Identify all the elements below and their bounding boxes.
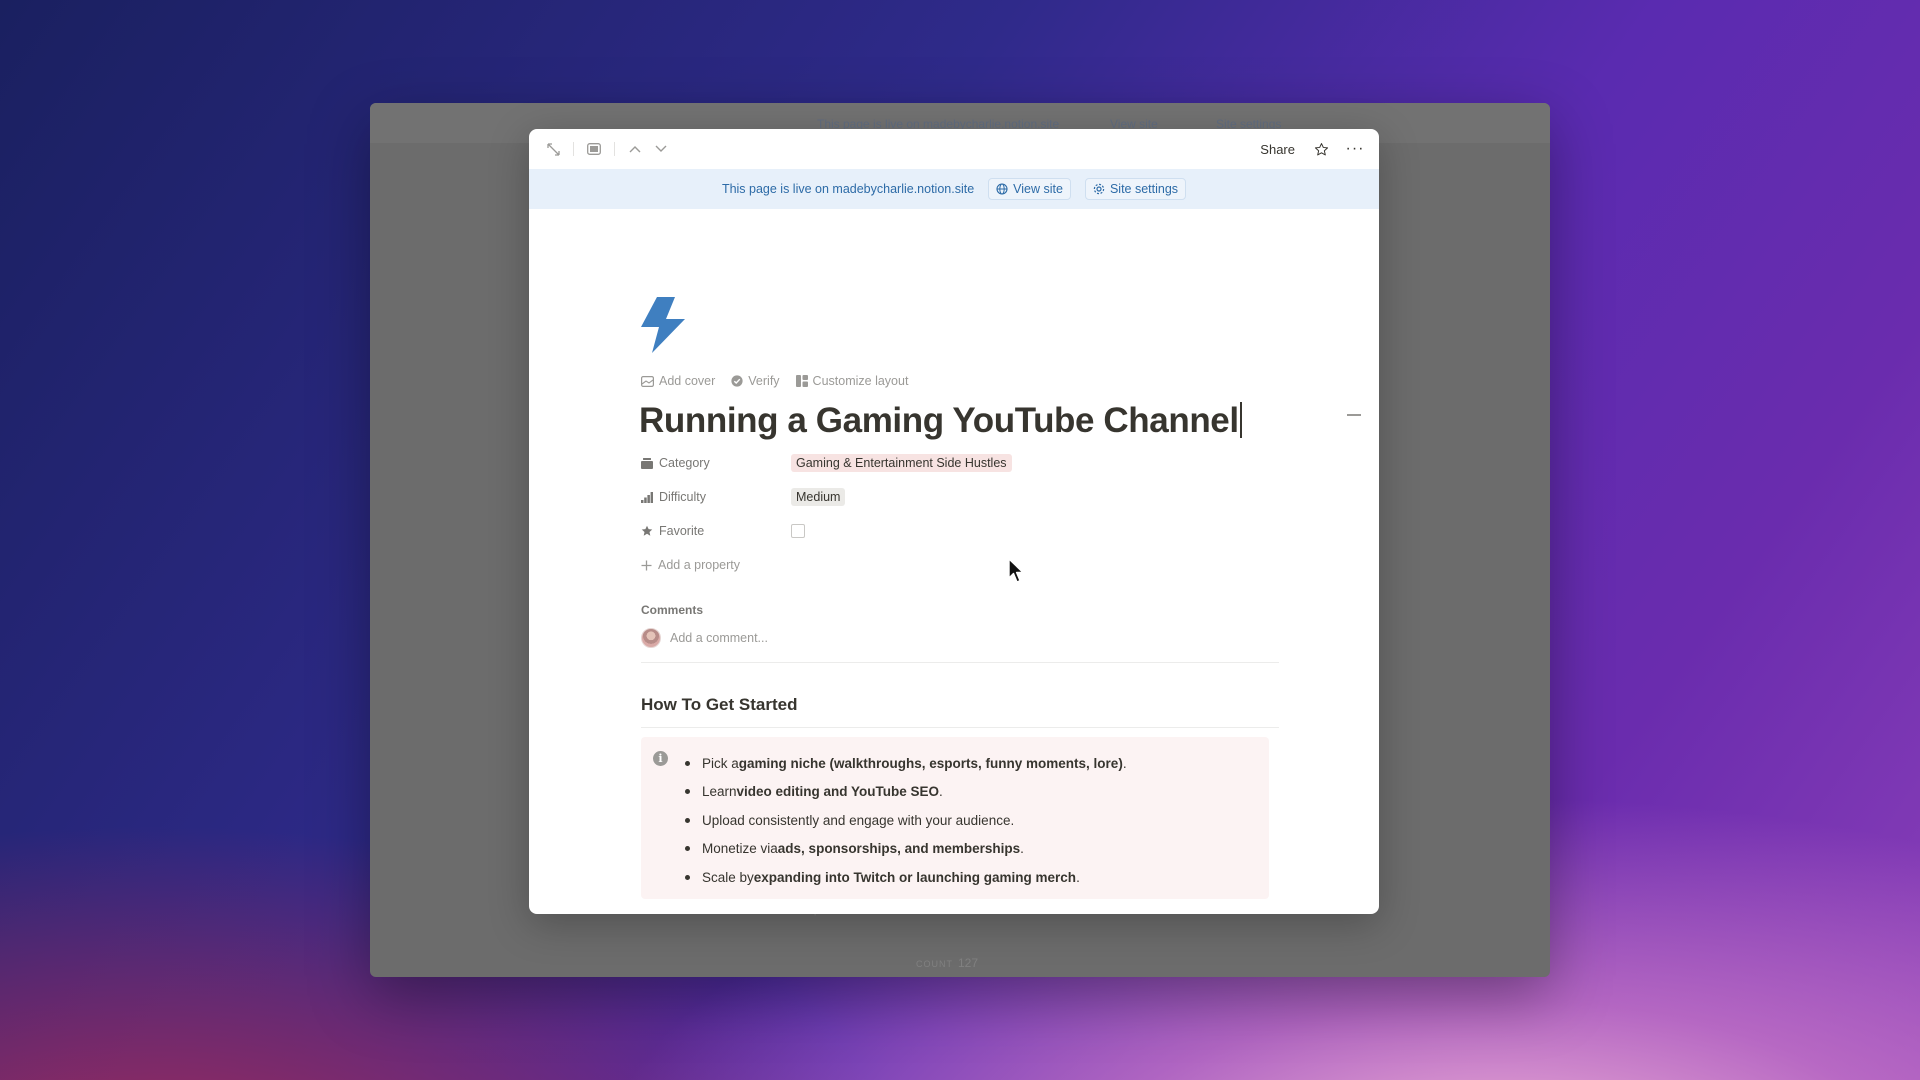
expand-icon[interactable]: [541, 137, 565, 161]
layout-icon: [795, 375, 808, 387]
property-category[interactable]: Category Gaming & Entertainment Side Hus…: [641, 446, 1281, 480]
banner-text: This page is live on madebycharlie.notio…: [721, 182, 975, 196]
page-actions: Add cover Verify Customize layout: [641, 374, 908, 388]
bullet-text-end: .: [939, 784, 943, 800]
list-item[interactable]: Upload consistently and engage with your…: [685, 806, 1127, 835]
list-item[interactable]: Learn video editing and YouTube SEO.: [685, 778, 1127, 807]
difficulty-tag[interactable]: Medium: [791, 488, 846, 506]
site-settings-button[interactable]: Site settings: [1084, 178, 1187, 200]
sidepeek-icon[interactable]: [582, 137, 606, 161]
chevron-down-icon[interactable]: [649, 137, 673, 161]
mouse-cursor-icon: [1008, 558, 1024, 583]
topbar-separator: [573, 142, 574, 156]
globe-icon: [996, 183, 1008, 195]
properties-list: Category Gaming & Entertainment Side Hus…: [641, 446, 1281, 582]
add-property-label: Add a property: [658, 558, 740, 572]
bullet-text-end: .: [1020, 841, 1024, 857]
bullet-text: Pick a: [702, 755, 739, 771]
page-title-text: Running a Gaming YouTube Channel: [639, 401, 1239, 440]
property-name: Category: [641, 456, 791, 470]
customize-layout-label: Customize layout: [812, 374, 909, 388]
list-item[interactable]: Monetize via ads, sponsorships, and memb…: [685, 835, 1127, 864]
page-peek-modal: Share ··· This page is live on madebycha…: [529, 129, 1379, 914]
bullet-bold-text: video editing and YouTube SEO: [736, 784, 940, 800]
add-comment-input[interactable]: Add a comment...: [670, 631, 768, 645]
text-caret: [1239, 402, 1242, 438]
bullet-bold-text: gaming niche (walkthroughs, esports, fun…: [738, 755, 1123, 771]
image-icon: [641, 375, 654, 387]
comments-heading: Comments: [641, 603, 704, 617]
verify-label: Verify: [748, 374, 780, 388]
property-name: Favorite: [641, 524, 791, 538]
bullet-text: Upload consistently and engage with your…: [702, 812, 1015, 828]
add-cover-label: Add cover: [659, 374, 716, 388]
add-property: Add a property: [641, 558, 740, 572]
favorite-checkbox[interactable]: [791, 524, 805, 538]
property-label-difficulty: Difficulty: [659, 490, 707, 504]
customize-layout-button[interactable]: Customize layout: [795, 374, 909, 388]
bullet-text-end: .: [1076, 869, 1080, 885]
section-heading: How To Get Started: [641, 695, 798, 714]
list-item[interactable]: Scale by expanding into Twitch or launch…: [685, 863, 1127, 892]
modal-topbar: Share ···: [529, 129, 1379, 169]
heading-divider: [641, 727, 1279, 728]
bullet-list: Pick a gaming niche (walkthroughs, espor…: [685, 749, 1127, 892]
bullet-text: Learn: [702, 784, 737, 800]
bullet-text: Monetize via: [702, 841, 778, 857]
verified-check-icon: [731, 375, 743, 387]
category-icon: [641, 457, 653, 469]
site-live-banner: This page is live on madebycharlie.notio…: [529, 169, 1379, 209]
gear-icon: [1093, 183, 1105, 195]
callout-block[interactable]: i Pick a gaming niche (walkthroughs, esp…: [641, 737, 1269, 899]
chevron-up-icon[interactable]: [623, 137, 647, 161]
list-item[interactable]: Pick a gaming niche (walkthroughs, espor…: [685, 749, 1127, 778]
collapse-minus-icon[interactable]: [1347, 414, 1361, 416]
property-label-favorite: Favorite: [659, 524, 705, 538]
comments-divider: [641, 662, 1279, 663]
background-count-label: COUNT: [916, 959, 953, 969]
topbar-separator: [614, 142, 615, 156]
bullet-bold-text: expanding into Twitch or launching gamin…: [753, 869, 1077, 885]
star-icon[interactable]: [1309, 137, 1333, 161]
bullet-text-end: .: [1122, 755, 1127, 771]
add-cover-button[interactable]: Add cover: [641, 374, 715, 388]
site-settings-label: Site settings: [1109, 182, 1179, 196]
property-difficulty[interactable]: Difficulty Medium: [641, 480, 1281, 514]
background-count-value: 127: [958, 956, 979, 970]
property-name: Difficulty: [641, 490, 791, 504]
topbar-actions: Share ···: [1256, 137, 1367, 161]
category-tag[interactable]: Gaming & Entertainment Side Hustles: [791, 454, 1012, 472]
add-comment-row[interactable]: Add a comment...: [641, 628, 768, 648]
more-options-icon[interactable]: ···: [1343, 137, 1367, 161]
plus-icon: [641, 560, 652, 570]
info-icon: i: [653, 751, 668, 766]
bullet-bold-text: ads, sponsorships, and memberships: [777, 841, 1021, 857]
add-property-button[interactable]: Add a property: [641, 548, 1281, 582]
share-button[interactable]: Share: [1256, 142, 1299, 157]
lightning-bolt-icon[interactable]: [639, 297, 687, 353]
verify-button[interactable]: Verify: [731, 374, 780, 388]
avatar: [641, 628, 661, 648]
property-favorite[interactable]: Favorite: [641, 514, 1281, 548]
page-title[interactable]: Running a Gaming YouTube Channel: [639, 401, 1242, 441]
star-icon: [641, 525, 653, 536]
bullet-text: Scale by: [702, 869, 754, 885]
property-label-category: Category: [659, 456, 710, 470]
view-site-label: View site: [1013, 182, 1063, 196]
view-site-button[interactable]: View site: [988, 178, 1071, 200]
signal-bars-icon: [641, 491, 653, 503]
